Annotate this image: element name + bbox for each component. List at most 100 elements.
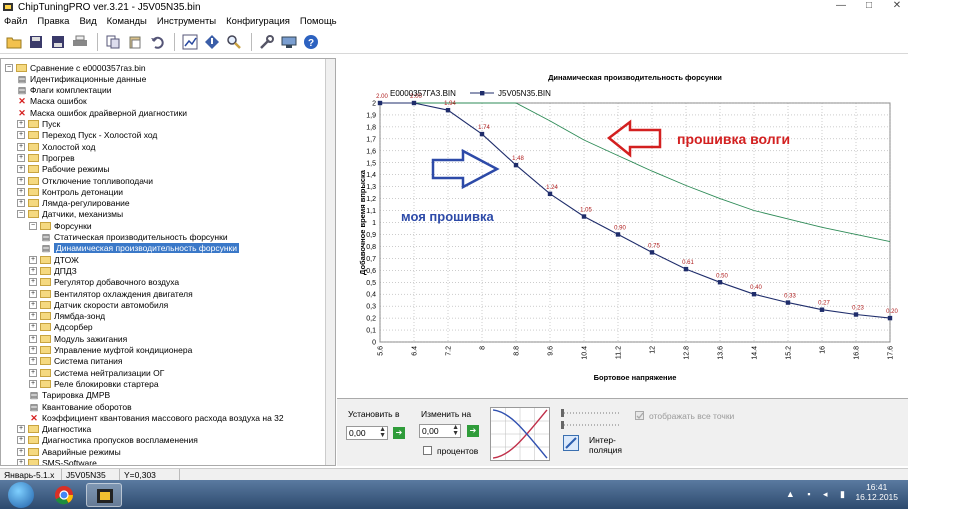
tray-icons[interactable]: ▲ ▪ ◂ ▮: [786, 489, 850, 500]
menu-file[interactable]: Файл: [4, 16, 27, 27]
tree-item[interactable]: + Отключение топливоподачи: [17, 175, 153, 186]
tree-item[interactable]: + Холостой ход: [17, 141, 95, 152]
expand-icon[interactable]: +: [29, 379, 37, 388]
expand-icon[interactable]: +: [17, 120, 25, 128]
tree-item[interactable]: + Прогрев: [17, 152, 75, 163]
tree-item[interactable]: + Система нейтрализации ОГ: [29, 367, 164, 378]
show-all-points-checkbox[interactable]: [635, 411, 644, 420]
tree-item[interactable]: ▤ Динамическая производительность форсунк…: [41, 243, 239, 254]
menu-tools[interactable]: Инструменты: [157, 16, 216, 27]
collapse-icon[interactable]: −: [17, 210, 25, 219]
chrome-taskbar-icon[interactable]: [46, 483, 82, 507]
expand-icon[interactable]: +: [29, 255, 37, 264]
tray-clock[interactable]: 16:41 16.12.2015: [855, 482, 898, 502]
data-point[interactable]: [853, 312, 859, 317]
chart[interactable]: 0 0,1 0,2 0,3 0,4 0,5 0,6 0,7 0,8 0,9 1 1,1 1,2 1,3 1,…: [337, 58, 908, 398]
tree-item[interactable]: + Лямбда-зонд: [29, 311, 105, 322]
apply-set-button[interactable]: ➔: [393, 427, 405, 439]
collapse-icon[interactable]: −: [5, 63, 13, 72]
data-point[interactable]: [445, 107, 451, 113]
expand-icon[interactable]: +: [17, 459, 25, 465]
tree-item[interactable]: + Лямда-регулирование: [17, 198, 130, 209]
tree-item[interactable]: ▤ Идентификационные данные: [17, 73, 147, 84]
tree-item[interactable]: + Рабочие режимы: [17, 164, 110, 175]
change-by-input[interactable]: 0,00 ▲ ▼: [419, 424, 461, 438]
expand-icon[interactable]: +: [17, 199, 25, 208]
percent-checkbox[interactable]: [423, 446, 432, 455]
chiptuning-taskbar-icon[interactable]: [86, 483, 122, 507]
tree-item[interactable]: + Реле блокировки стартера: [29, 378, 159, 389]
tree-item[interactable]: + Вентилятор охлаждения двигателя: [29, 288, 193, 299]
save-icon[interactable]: [26, 32, 46, 52]
tree-item[interactable]: + SMS-Software: [17, 458, 97, 465]
tree-item[interactable]: ✕ Маска ошибок: [17, 96, 87, 107]
tree-scrollbar[interactable]: [325, 59, 335, 465]
expand-icon[interactable]: +: [29, 334, 37, 343]
data-point[interactable]: [785, 300, 791, 305]
paste-icon[interactable]: [125, 32, 145, 52]
data-point[interactable]: [683, 266, 689, 272]
close-button[interactable]: ✕: [886, 0, 908, 12]
menu-help[interactable]: Помощь: [300, 16, 337, 27]
open-icon[interactable]: [4, 32, 24, 52]
undo-icon[interactable]: [147, 32, 167, 52]
device-icon[interactable]: [279, 32, 299, 52]
expand-icon[interactable]: +: [17, 165, 25, 174]
tree-item[interactable]: ▤ Статическая производительность форсунки: [41, 232, 228, 243]
data-point[interactable]: [377, 100, 383, 106]
collapse-icon[interactable]: −: [29, 221, 37, 230]
expand-icon[interactable]: +: [17, 436, 25, 445]
data-point[interactable]: [479, 131, 485, 137]
apply-change-button[interactable]: ➔: [467, 425, 479, 437]
tree-item[interactable]: + Пуск: [17, 119, 60, 130]
data-point[interactable]: [581, 214, 587, 219]
save-as-icon[interactable]: [48, 32, 68, 52]
tree-item[interactable]: ✕ Маска ошибок драйверной диагностики: [17, 107, 187, 118]
expand-icon[interactable]: +: [17, 176, 25, 185]
spin-arrows-icon[interactable]: ▲ ▼: [452, 424, 459, 437]
tools-icon[interactable]: [257, 32, 277, 52]
tree-item[interactable]: + Модуль зажигания: [29, 333, 127, 344]
expand-icon[interactable]: +: [29, 289, 37, 298]
data-point[interactable]: [649, 250, 655, 255]
minimize-button[interactable]: —: [830, 0, 852, 12]
menu-view[interactable]: Вид: [79, 16, 96, 27]
tree-item[interactable]: + Контроль детонации: [17, 186, 123, 197]
expand-icon[interactable]: +: [29, 346, 37, 354]
tree-item[interactable]: + ДПДЗ: [29, 265, 77, 276]
data-point[interactable]: [411, 100, 417, 106]
tree-item[interactable]: + Диагностика пропусков воспламенения: [17, 435, 198, 446]
expand-icon[interactable]: +: [17, 153, 25, 162]
tree-item[interactable]: ▤ Квантование оборотов: [29, 401, 132, 412]
data-point[interactable]: [547, 191, 553, 197]
expand-icon[interactable]: +: [17, 425, 25, 434]
tree-item[interactable]: + Переход Пуск - Холостой ход: [17, 130, 157, 141]
tree-item[interactable]: ▤ Флаги комплектации: [17, 85, 112, 96]
data-point[interactable]: [887, 315, 893, 321]
set-to-input[interactable]: 0,00 ▲ ▼: [346, 426, 388, 440]
expand-icon[interactable]: +: [17, 142, 25, 151]
tree-item[interactable]: − Датчики, механизмы: [17, 209, 123, 220]
menu-commands[interactable]: Команды: [107, 16, 147, 27]
tree-item[interactable]: + Регулятор добавочного воздуха: [29, 277, 179, 288]
interpolation-icon[interactable]: [563, 435, 579, 451]
data-point[interactable]: [819, 307, 825, 312]
start-button[interactable]: [8, 482, 34, 508]
interpolation-sliders[interactable]: [559, 407, 621, 431]
menu-configuration[interactable]: Конфигурация: [226, 16, 290, 27]
expand-icon[interactable]: +: [29, 312, 37, 321]
print-icon[interactable]: [70, 32, 90, 52]
diamond-icon[interactable]: [202, 32, 222, 52]
help-icon[interactable]: ?: [301, 32, 321, 52]
tree-item[interactable]: ▤ Тарировка ДМРВ: [29, 390, 110, 401]
expand-icon[interactable]: +: [17, 447, 25, 456]
chart-icon[interactable]: [180, 32, 200, 52]
tree-item[interactable]: + Диагностика: [17, 424, 91, 435]
copy-icon[interactable]: [103, 32, 123, 52]
expand-icon[interactable]: +: [29, 278, 37, 287]
data-point[interactable]: [717, 280, 723, 285]
tree-item[interactable]: + Управление муфтой кондиционера: [29, 345, 192, 356]
data-point[interactable]: [751, 292, 757, 297]
tree-item[interactable]: + Система питания: [29, 356, 123, 367]
expand-icon[interactable]: +: [29, 266, 37, 275]
